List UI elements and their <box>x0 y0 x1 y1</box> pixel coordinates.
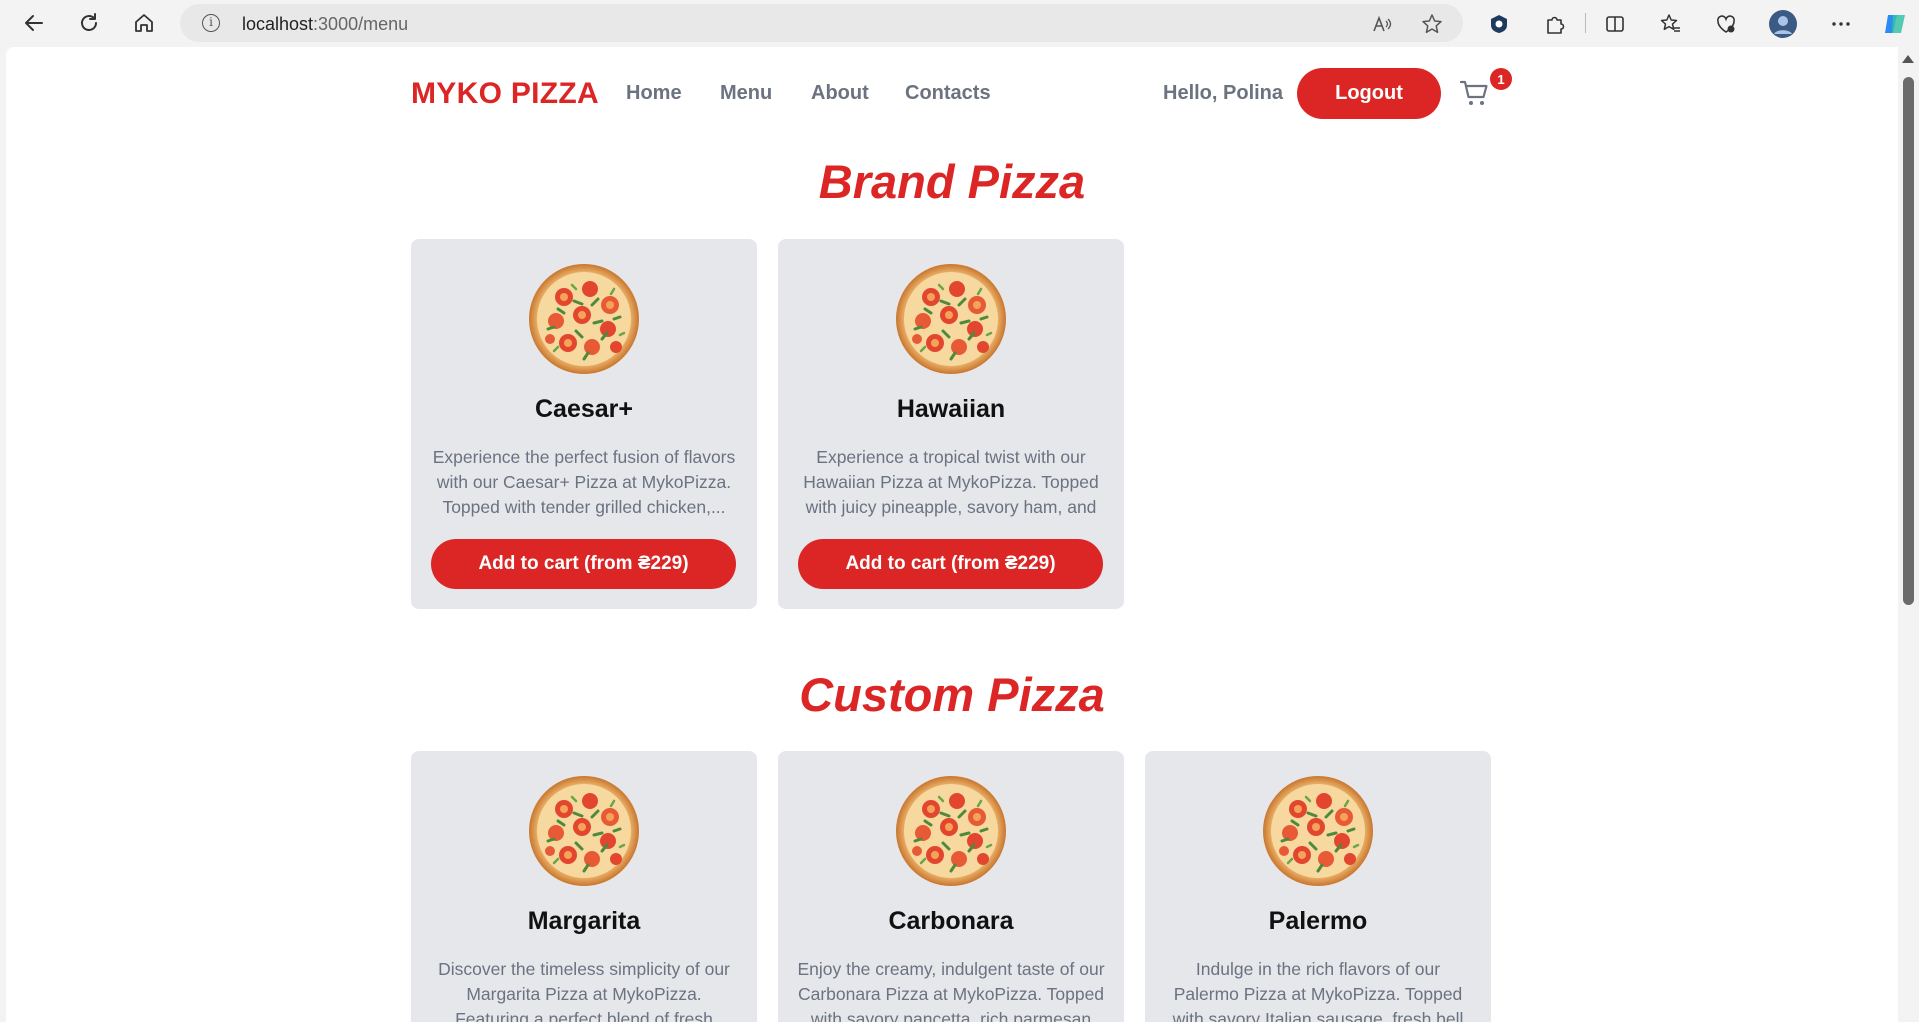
scroll-up-arrow-icon[interactable] <box>1902 55 1914 63</box>
nav-link-menu[interactable]: Menu <box>720 82 772 105</box>
favorites-icon[interactable] <box>1656 9 1686 39</box>
product-description: Indulge in the rich flavors of our Paler… <box>1172 959 1464 1022</box>
pizza-image <box>528 263 640 375</box>
browser-toolbar: i localhost:3000/menu <box>0 0 1919 47</box>
extension-shield-icon[interactable] <box>1484 9 1514 39</box>
logout-button[interactable]: Logout <box>1297 68 1441 119</box>
favorite-star-icon[interactable] <box>1421 13 1443 35</box>
product-description: Enjoy the creamy, indulgent taste of our… <box>797 959 1105 1022</box>
url-text[interactable]: localhost:3000/menu <box>242 14 408 35</box>
product-card: Margarita Discover the timeless simplici… <box>411 751 757 1022</box>
url-host: localhost <box>242 14 314 34</box>
extensions-puzzle-icon[interactable] <box>1540 9 1570 39</box>
copilot-icon[interactable] <box>1880 9 1910 39</box>
pizza-image <box>1262 775 1374 887</box>
product-name: Margarita <box>527 907 641 935</box>
pizza-image <box>528 775 640 887</box>
nav-link-contacts[interactable]: Contacts <box>905 82 991 105</box>
more-menu-icon[interactable] <box>1826 9 1856 39</box>
product-name: Palermo <box>1268 907 1368 935</box>
info-icon[interactable]: i <box>202 14 220 32</box>
product-name: Carbonara <box>888 907 1014 935</box>
address-bar[interactable]: i localhost:3000/menu <box>180 4 1463 42</box>
site-header: MYKO PIZZA Home Menu About Contacts Hell… <box>6 47 1898 137</box>
toolbar-divider <box>1585 13 1586 33</box>
product-name: Caesar+ <box>535 395 633 423</box>
product-card: Hawaiian Experience a tropical twist wit… <box>778 239 1124 609</box>
url-path: :3000/menu <box>313 14 409 34</box>
user-greeting: Hello, Polina <box>1163 82 1284 104</box>
read-aloud-icon[interactable] <box>1371 13 1393 35</box>
product-name: Hawaiian <box>896 395 1006 423</box>
section-title-custom-pizza: Custom Pizza <box>799 668 1105 721</box>
product-card: Palermo Indulge in the rich flavors of o… <box>1145 751 1491 1022</box>
scrollbar-thumb[interactable] <box>1903 77 1914 605</box>
product-card: Carbonara Enjoy the creamy, indulgent ta… <box>778 751 1124 1022</box>
page-viewport: MYKO PIZZA Home Menu About Contacts Hell… <box>6 47 1898 1022</box>
pizza-image <box>895 775 1007 887</box>
product-description: Experience a tropical twist with our Haw… <box>803 447 1099 517</box>
back-arrow-icon[interactable] <box>17 6 51 40</box>
nav-link-home[interactable]: Home <box>626 82 682 105</box>
home-icon[interactable] <box>127 6 161 40</box>
page-scrollbar[interactable] <box>1898 47 1919 1022</box>
product-card: Caesar+ Experience the perfect fusion of… <box>411 239 757 609</box>
cart-count-badge: 1 <box>1490 68 1512 90</box>
pizza-image <box>895 263 1007 375</box>
reload-icon[interactable] <box>72 6 106 40</box>
site-logo[interactable]: MYKO PIZZA <box>411 77 599 111</box>
section-title-brand-pizza: Brand Pizza <box>818 155 1086 208</box>
product-description: Discover the timeless simplicity of our … <box>438 959 730 1022</box>
profile-avatar-icon[interactable] <box>1768 9 1798 39</box>
nav-link-about[interactable]: About <box>811 82 869 105</box>
product-description: Experience the perfect fusion of flavors… <box>432 447 736 517</box>
browser-essentials-icon[interactable] <box>1711 9 1741 39</box>
add-to-cart-button[interactable]: Add to cart (from ₴229) <box>431 539 736 589</box>
add-to-cart-button[interactable]: Add to cart (from ₴229) <box>798 539 1103 589</box>
split-screen-icon[interactable] <box>1600 9 1630 39</box>
